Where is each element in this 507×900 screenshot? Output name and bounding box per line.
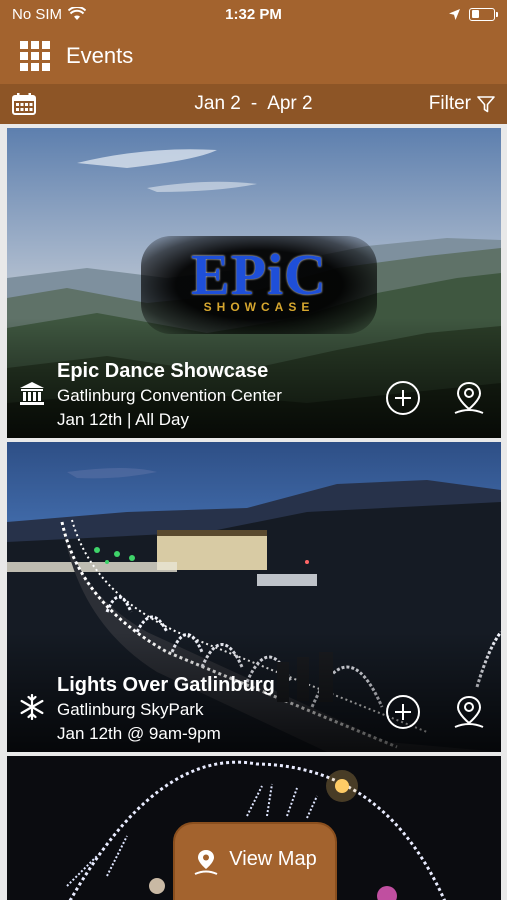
filter-label: Filter — [428, 93, 471, 114]
event-venue: Gatlinburg SkyPark — [57, 700, 204, 719]
event-date: Jan 12th @ 9am-9pm — [57, 724, 221, 743]
add-icon[interactable] — [385, 380, 421, 416]
menu-grid-icon[interactable] — [20, 41, 50, 71]
wifi-icon — [68, 7, 87, 20]
map-pin-icon[interactable] — [451, 380, 487, 416]
location-arrow-icon — [449, 8, 460, 20]
event-info: Epic Dance Showcase Gatlinburg Conventio… — [19, 359, 282, 432]
event-venue: Gatlinburg Convention Center — [57, 386, 282, 405]
carrier-label: No SIM — [12, 5, 63, 23]
date-bar: Jan 2- Apr 2 Filter — [0, 84, 507, 124]
event-card[interactable]: Lights Over Gatlinburg Gatlinburg SkyPar… — [7, 442, 501, 752]
calendar-icon[interactable] — [12, 93, 36, 115]
status-bar: No SIM 1:32 PM — [0, 0, 507, 28]
event-date: Jan 12th | All Day — [57, 410, 189, 429]
event-card[interactable]: EPiC SHOWCASE Epic Dance Showcase Gatlin… — [7, 128, 501, 438]
date-separator: - — [250, 93, 258, 114]
event-actions — [385, 694, 487, 730]
snowflake-icon — [20, 694, 44, 720]
view-map-label: View Map — [229, 848, 317, 870]
page-title: Events — [66, 43, 134, 68]
date-start: Jan 2 — [194, 93, 241, 114]
app-header: Events — [0, 28, 507, 84]
add-icon[interactable] — [385, 694, 421, 730]
status-right — [448, 7, 498, 21]
event-list[interactable]: EPiC SHOWCASE Epic Dance Showcase Gatlin… — [0, 124, 507, 900]
filter-icon — [477, 95, 495, 112]
view-map-button[interactable]: View Map — [173, 822, 337, 900]
battery-icon — [469, 7, 498, 21]
event-title: Lights Over Gatlinburg — [57, 674, 275, 696]
logo-word: EPiC — [190, 242, 328, 307]
status-left: No SIM — [12, 5, 87, 23]
logo-sub: SHOWCASE — [203, 300, 315, 314]
event-title: Epic Dance Showcase — [57, 360, 269, 382]
event-info: Lights Over Gatlinburg Gatlinburg SkyPar… — [19, 673, 275, 746]
event-actions — [385, 380, 487, 416]
map-pin-icon — [194, 850, 218, 875]
date-end: Apr 2 — [267, 93, 313, 114]
map-pin-icon[interactable] — [451, 694, 487, 730]
building-icon — [20, 382, 44, 405]
filter-button[interactable]: Filter — [429, 93, 495, 115]
